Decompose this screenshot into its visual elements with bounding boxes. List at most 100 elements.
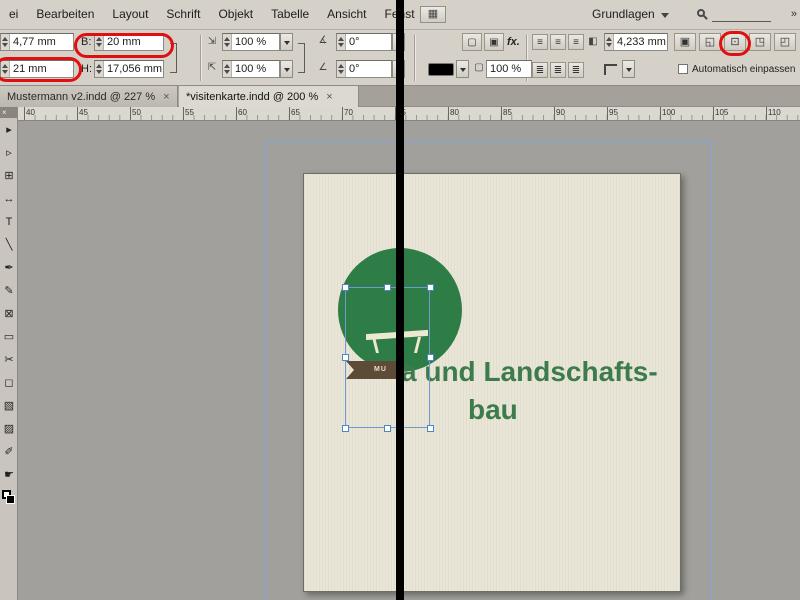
menu-bearbeiten[interactable]: Bearbeiten [27,0,103,29]
distribute-bottom-button[interactable]: ≣ [568,62,584,78]
gap-tool[interactable]: ↔ [0,187,18,210]
shear-field[interactable]: 0° [336,60,392,78]
fill-swatch[interactable] [6,495,15,504]
constrain-dimensions-icon[interactable] [170,43,177,73]
gradient-tool[interactable]: ▧ [0,394,18,417]
selection-handle[interactable] [342,425,349,432]
stroke-color-swatch[interactable] [428,63,454,76]
corner-options-button[interactable]: ▢ [462,33,482,51]
center-content-button[interactable]: ⊡ [724,33,746,51]
free-transform-tool[interactable]: ◻ [0,371,18,394]
scale-y-spinner-icon[interactable] [223,61,232,77]
corner-style-icon[interactable] [604,64,617,75]
corner-style-chevron-down-icon[interactable] [622,60,635,78]
width-value[interactable]: 20 mm [104,36,141,48]
opacity-value[interactable]: 100 % [487,63,521,75]
y-spinner-icon[interactable] [1,61,10,77]
x-spinner-icon[interactable] [1,34,10,50]
close-icon[interactable]: × [326,91,332,103]
width-spinner-icon[interactable] [95,34,104,50]
scale-x-spinner-icon[interactable] [223,34,232,50]
scale-x-chevron-down-icon[interactable] [280,33,293,51]
headline-text-line2[interactable]: bau [468,394,518,426]
height-spinner-icon[interactable] [95,61,104,77]
y-position-value[interactable]: 21 mm [10,63,47,75]
drop-shadow-button[interactable]: ▣ [484,33,504,51]
tab-visitenkarte-label: *visitenkarte.indd @ 200 % [186,90,319,103]
headline-text[interactable]: a und Landschafts- [401,356,658,388]
scale-y-field[interactable]: 100 % [222,60,280,78]
menu-ansicht[interactable]: Ansicht [318,0,375,29]
distribute-center-button[interactable]: ≣ [550,62,566,78]
menu-tabelle[interactable]: Tabelle [262,0,318,29]
close-icon[interactable]: × [2,108,7,117]
collapse-panels-icon[interactable]: » [791,0,797,29]
y-position-field[interactable]: 21 mm [0,60,74,78]
ruler-label: 50 [132,108,141,117]
hand-tool[interactable]: ☛ [0,463,18,486]
gap-spinner-icon[interactable] [605,34,614,50]
gap-offset-field[interactable]: 4,233 mm [604,33,668,51]
rectangle-frame-tool[interactable]: ⊠ [0,302,18,325]
shear-spinner-icon[interactable] [337,61,346,77]
rectangle-tool[interactable]: ▭ [0,325,18,348]
selection-handle[interactable] [427,354,434,361]
direct-selection-tool[interactable]: ▹ [0,141,18,164]
tab-mustermann[interactable]: Mustermann v2.indd @ 227 % × [0,86,178,107]
constrain-scale-icon[interactable] [298,43,305,73]
menu-datei[interactable]: ei [0,0,27,29]
selection-handle[interactable] [342,284,349,291]
scissors-tool[interactable]: ✂ [0,348,18,371]
distribute-top-button[interactable]: ≣ [532,62,548,78]
x-position-field[interactable]: 4,77 mm [0,33,74,51]
rotation-value[interactable]: 0° [346,36,360,48]
rotation-spinner-icon[interactable] [337,34,346,50]
pencil-tool[interactable]: ✎ [0,279,18,302]
type-tool[interactable]: T [0,210,18,233]
effects-button[interactable]: fx. [507,33,520,51]
selection-handle[interactable] [384,284,391,291]
menu-objekt[interactable]: Objekt [209,0,262,29]
fit-frame-to-content-button[interactable]: ◱ [699,33,721,51]
fit-content-proportionally-button[interactable]: ◳ [749,33,771,51]
line-tool[interactable]: ╲ [0,233,18,256]
scale-x-value[interactable]: 100 % [232,36,266,48]
fill-stroke-control[interactable] [0,489,18,507]
fill-frame-proportionally-button[interactable]: ◰ [774,33,796,51]
width-field[interactable]: 20 mm [94,33,164,51]
eyedropper-tool[interactable]: ✐ [0,440,18,463]
search-input[interactable] [697,7,771,23]
selection-handle[interactable] [342,354,349,361]
stroke-chevron-down-icon[interactable] [456,60,469,78]
selection-handle[interactable] [384,425,391,432]
scale-y-icon: ⇱ [207,62,217,73]
menu-layout[interactable]: Layout [103,0,157,29]
gradient-feather-tool[interactable]: ▨ [0,417,18,440]
selection-frame[interactable] [345,287,430,428]
x-position-value[interactable]: 4,77 mm [10,36,56,48]
close-icon[interactable]: × [163,91,169,103]
selection-handle[interactable] [427,284,434,291]
tab-visitenkarte[interactable]: *visitenkarte.indd @ 200 % × [179,86,359,107]
selection-tool[interactable]: ▸ [0,118,18,141]
fit-content-to-frame-button[interactable]: ▣ [674,33,696,51]
height-value[interactable]: 17,056 mm [104,63,162,75]
workspace-switcher[interactable]: Grundlagen [592,0,669,29]
align-center-button[interactable]: ≡ [550,34,566,50]
height-field[interactable]: 17,056 mm [94,60,164,78]
align-top-button[interactable]: ≡ [532,34,548,50]
pen-tool[interactable]: ✒ [0,256,18,279]
opacity-field[interactable]: 100 % [486,60,532,78]
selection-handle[interactable] [427,425,434,432]
gap-offset-value[interactable]: 4,233 mm [614,36,666,48]
align-bottom-button[interactable]: ≡ [568,34,584,50]
scale-y-value[interactable]: 100 % [232,63,266,75]
autofit-checkbox[interactable] [678,64,688,74]
rotation-field[interactable]: 0° [336,33,392,51]
scale-x-field[interactable]: 100 % [222,33,280,51]
menu-schrift[interactable]: Schrift [157,0,209,29]
page-tool[interactable]: ⊞ [0,164,18,187]
arrange-documents-icon[interactable]: ▦ [420,6,446,23]
shear-value[interactable]: 0° [346,63,360,75]
scale-y-chevron-down-icon[interactable] [280,60,293,78]
